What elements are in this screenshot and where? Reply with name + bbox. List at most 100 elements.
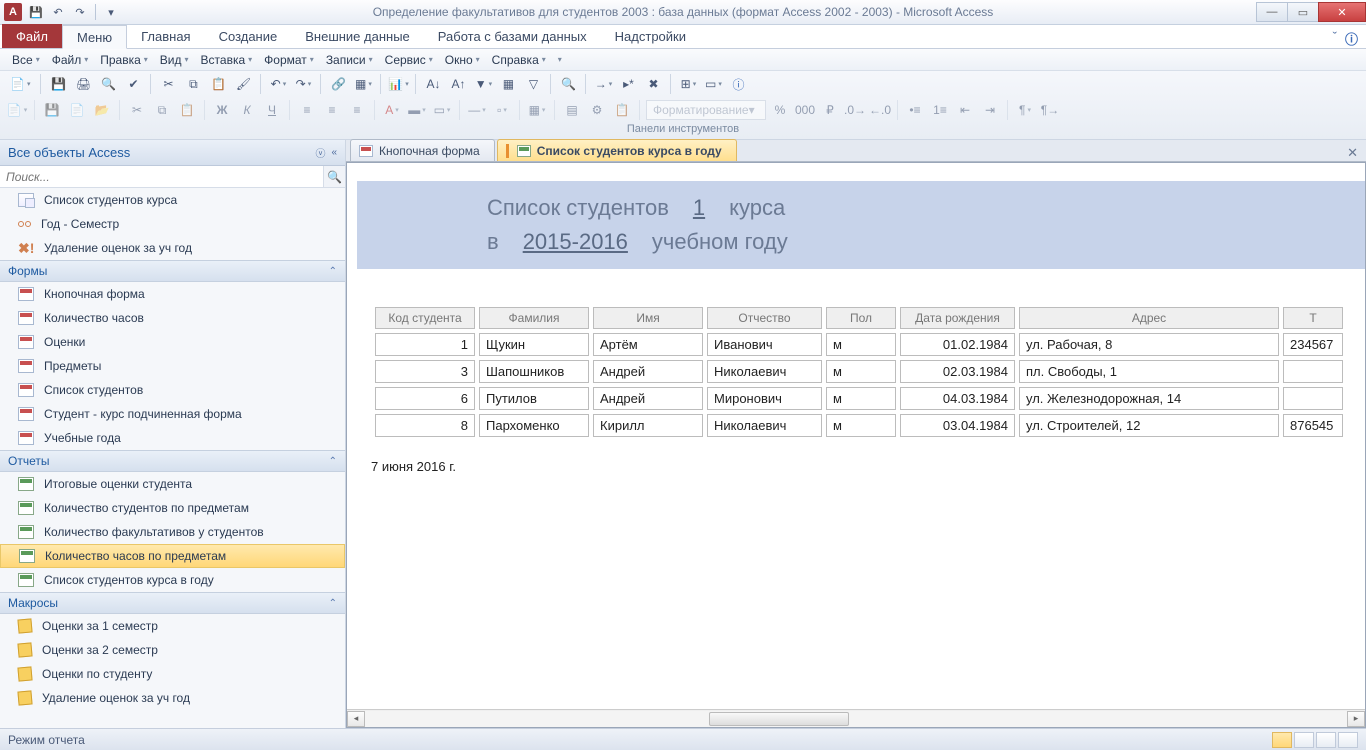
search-icon[interactable]: 🔍 — [323, 166, 345, 187]
qat-redo-icon[interactable]: ↷ — [70, 3, 90, 21]
table-row[interactable]: 1ЩукинАртёмИвановичм01.02.1984ул. Рабоча… — [375, 333, 1343, 356]
bullets-icon[interactable]: •≡ — [904, 99, 926, 121]
undo-icon[interactable]: ↶ — [267, 73, 289, 95]
menu-window[interactable]: Окно▾ — [439, 51, 486, 69]
percent-icon[interactable]: % — [769, 99, 791, 121]
align-center-icon[interactable]: ≡ — [321, 99, 343, 121]
view-button-2[interactable]: 📄 — [6, 99, 28, 121]
menu-insert[interactable]: Вставка▾ — [195, 51, 259, 69]
decrease-indent-icon[interactable]: ⇤ — [954, 99, 976, 121]
doctab-form[interactable]: Кнопочная форма — [350, 139, 495, 161]
nav-item[interactable]: Список студентов — [0, 378, 345, 402]
spelling-icon[interactable]: ✔ — [122, 73, 144, 95]
close-tab-icon[interactable]: ✕ — [1339, 145, 1366, 161]
fill-color-icon[interactable]: ▬ — [406, 99, 428, 121]
save-icon-2[interactable]: 💾 — [41, 99, 63, 121]
scroll-track[interactable] — [365, 711, 1347, 727]
nav-item[interactable]: Количество факультативов у студентов — [0, 520, 345, 544]
paste-icon[interactable]: 📋 — [207, 73, 229, 95]
relationships-icon[interactable]: ⊞ — [677, 73, 699, 95]
minimize-button[interactable]: — — [1256, 2, 1288, 22]
menu-view[interactable]: Вид▾ — [154, 51, 195, 69]
nav-item[interactable]: Количество студентов по предметам — [0, 496, 345, 520]
open-icon[interactable]: 📂 — [91, 99, 113, 121]
print-preview-icon[interactable]: 🔍 — [97, 73, 119, 95]
menu-file[interactable]: Файл▾ — [46, 51, 95, 69]
close-button[interactable]: ✕ — [1318, 2, 1366, 22]
italic-icon[interactable]: К — [236, 99, 258, 121]
nav-item[interactable]: Количество часов — [0, 306, 345, 330]
ltr-icon[interactable]: ¶→ — [1039, 99, 1061, 121]
view-design-icon[interactable] — [1338, 732, 1358, 748]
format-painter-icon[interactable]: 🖌 — [232, 73, 254, 95]
menu-tools[interactable]: Сервис▾ — [379, 51, 439, 69]
align-right-icon[interactable]: ≡ — [346, 99, 368, 121]
nav-item[interactable]: Учебные года — [0, 426, 345, 450]
nav-item-query[interactable]: Год - Семестр — [0, 212, 345, 236]
toggle-filter-icon[interactable]: ▽ — [522, 73, 544, 95]
view-button[interactable]: 📄 — [6, 73, 34, 95]
maximize-button[interactable]: ▭ — [1287, 2, 1319, 22]
bold-icon[interactable]: Ж — [211, 99, 233, 121]
copy-icon-2[interactable]: ⧉ — [151, 99, 173, 121]
line-color-icon[interactable]: ▭ — [431, 99, 453, 121]
special-effect-icon[interactable]: ▫ — [491, 99, 513, 121]
goto-icon[interactable]: → — [592, 73, 614, 95]
nav-item[interactable]: Оценки — [0, 330, 345, 354]
underline-icon[interactable]: Ч — [261, 99, 283, 121]
scroll-left-icon[interactable]: ◂ — [347, 711, 365, 727]
menu-records[interactable]: Записи▾ — [320, 51, 379, 69]
view-report-icon[interactable] — [1272, 732, 1292, 748]
tab-create[interactable]: Создание — [205, 24, 292, 48]
align-left-icon[interactable]: ≡ — [296, 99, 318, 121]
print-icon[interactable]: 🖨 — [72, 73, 94, 95]
window-icon[interactable]: ▭ — [702, 73, 724, 95]
table-icon[interactable]: ▦ — [352, 73, 374, 95]
filter-icon[interactable]: ▼ — [472, 73, 494, 95]
file-tab[interactable]: Файл — [2, 24, 62, 48]
tab-addins[interactable]: Надстройки — [601, 24, 700, 48]
horizontal-scrollbar[interactable]: ◂ ▸ — [347, 709, 1365, 727]
copy-icon[interactable]: ⧉ — [182, 73, 204, 95]
thousands-icon[interactable]: 000 — [794, 99, 816, 121]
nav-item[interactable]: Кнопочная форма — [0, 282, 345, 306]
minimize-ribbon-icon[interactable]: ˇ — [1333, 29, 1337, 48]
menu-all[interactable]: Все▾ — [6, 51, 46, 69]
tab-menu[interactable]: Меню — [62, 25, 127, 49]
table-row[interactable]: 3ШапошниковАндрейНиколаевичм02.03.1984пл… — [375, 360, 1343, 383]
tab-external-data[interactable]: Внешние данные — [291, 24, 424, 48]
nav-item-query[interactable]: ✖!Удаление оценок за уч год — [0, 236, 345, 260]
cut-icon-2[interactable]: ✂ — [126, 99, 148, 121]
nav-search-input[interactable] — [0, 166, 323, 187]
nav-item[interactable]: Удаление оценок за уч год — [0, 686, 345, 710]
nav-item[interactable]: Оценки по студенту — [0, 662, 345, 686]
qat-dropdown-icon[interactable]: ▾ — [101, 3, 121, 21]
help-icon[interactable]: ⓘ — [1345, 29, 1358, 48]
decrease-decimal-icon[interactable]: ←.0 — [869, 99, 891, 121]
view-print-icon[interactable] — [1294, 732, 1314, 748]
nav-filter-dropdown-icon[interactable]: ⓥ — [315, 145, 325, 160]
sort-asc-icon[interactable]: A↓ — [422, 73, 444, 95]
numbering-icon[interactable]: 1≡ — [929, 99, 951, 121]
nav-collapse-icon[interactable]: « — [331, 147, 337, 158]
increase-indent-icon[interactable]: ⇥ — [979, 99, 1001, 121]
qat-save-icon[interactable]: 💾 — [26, 3, 46, 21]
currency-icon[interactable]: ₽ — [819, 99, 841, 121]
nav-header[interactable]: Все объекты Access ⓥ « — [0, 140, 345, 166]
delete-record-icon[interactable]: ✖ — [642, 73, 664, 95]
scroll-right-icon[interactable]: ▸ — [1347, 711, 1365, 727]
line-thickness-icon[interactable]: — — [466, 99, 488, 121]
redo-icon[interactable]: ↷ — [292, 73, 314, 95]
nav-item[interactable]: Предметы — [0, 354, 345, 378]
view-layout-icon[interactable] — [1316, 732, 1336, 748]
paste-icon-2[interactable]: 📋 — [176, 99, 198, 121]
scroll-thumb[interactable] — [709, 712, 849, 726]
cut-icon[interactable]: ✂ — [157, 73, 179, 95]
menu-help[interactable]: Справка▾ — [486, 51, 552, 69]
qat-undo-icon[interactable]: ↶ — [48, 3, 68, 21]
conditional-format-icon[interactable]: ▦ — [526, 99, 548, 121]
doctab-report[interactable]: Список студентов курса в году — [497, 139, 737, 161]
properties-icon[interactable]: 📋 — [611, 99, 633, 121]
nav-group-reports[interactable]: Отчеты⌃ — [0, 450, 345, 472]
filter-by-form-icon[interactable]: ▦ — [497, 73, 519, 95]
